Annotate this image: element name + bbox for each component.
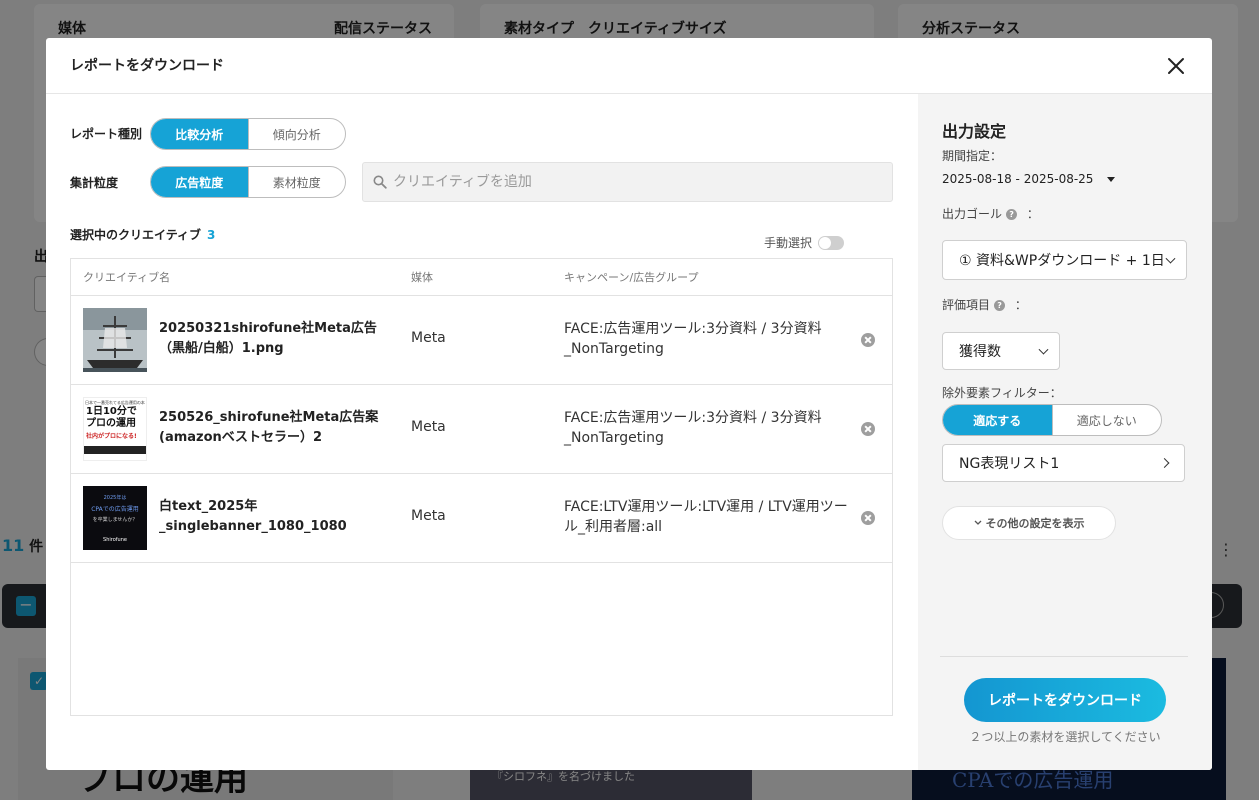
help-icon[interactable]: ?	[994, 300, 1006, 311]
creative-name: 250526_shirofune社Meta広告案(amazonベストセラー）2	[159, 410, 379, 445]
metric-colon: ：	[1014, 298, 1027, 312]
col-campaign: キャンペーン/広告グループ	[564, 271, 699, 284]
report-download-modal: レポートをダウンロード レポート種別 比較分析 傾向分析 集計粒度 広告粒度 素…	[46, 38, 1212, 770]
exclude-filter-toggle: 適応する 適応しない	[942, 404, 1162, 436]
report-type-trend[interactable]: 傾向分析	[247, 119, 346, 149]
creative-search	[362, 162, 893, 202]
caret-down-icon	[1107, 176, 1116, 182]
creative-name: 20250321shirofune社Meta広告（黒船/白船）1.png	[159, 321, 377, 356]
thumb2-footer	[84, 446, 146, 454]
selected-creatives-table: クリエイティブ名 媒体 キャンペーン/広告グループ 20250321shirof…	[70, 258, 893, 716]
creative-thumbnail: 日本で一番売れてる広告運用の本 1日10分で プロの運用 社内がプロになる!	[83, 397, 147, 461]
show-more-settings-button[interactable]: その他の設定を表示	[942, 506, 1116, 540]
exclude-apply[interactable]: 適応する	[943, 405, 1052, 435]
creative-media: Meta	[411, 419, 446, 435]
remove-creative-button[interactable]	[861, 422, 875, 436]
report-type-label: レポート種別	[70, 127, 143, 141]
output-settings-title: 出力設定	[942, 122, 1007, 141]
creative-campaign: FACE:広告運用ツール:3分資料 / 3分資料_NonTargeting	[564, 321, 822, 357]
granularity-material[interactable]: 素材粒度	[247, 167, 346, 197]
table-row: 日本で一番売れてる広告運用の本 1日10分で プロの運用 社内がプロになる! 2…	[71, 385, 892, 474]
report-type-toggle: 比較分析 傾向分析	[150, 118, 346, 150]
goal-label-wrap: 出力ゴール? ：	[942, 205, 1039, 222]
close-button[interactable]	[1164, 54, 1188, 78]
ship-image-icon	[83, 308, 147, 372]
creative-media: Meta	[411, 508, 446, 524]
creative-media: Meta	[411, 330, 446, 346]
remove-creative-button[interactable]	[861, 333, 875, 347]
goal-label: 出力ゴール	[942, 207, 1003, 221]
table-header: クリエイティブ名 媒体 キャンペーン/広告グループ	[71, 259, 892, 296]
report-type-compare[interactable]: 比較分析	[151, 119, 248, 149]
modal-header: レポートをダウンロード	[46, 38, 1212, 94]
download-report-button[interactable]: レポートをダウンロード	[964, 678, 1166, 722]
period-picker[interactable]: 2025-08-18 - 2025-08-25	[942, 172, 1116, 186]
thumb2-big1: 1日10分で	[86, 406, 137, 417]
metric-label: 評価項目	[942, 298, 991, 312]
selected-creatives-title: 選択中のクリエイティブ 3	[70, 226, 215, 243]
thumb3-logo: Shirofune	[103, 537, 127, 543]
granularity-label: 集計粒度	[70, 176, 119, 190]
creative-thumbnail: 2025年は CPAでの広告運用 を卒業しませんか？ Shirofune	[83, 486, 147, 550]
creative-selection-panel: レポート種別 比較分析 傾向分析 集計粒度 広告粒度 素材粒度 選択中のクリエイ…	[46, 94, 918, 770]
goal-select[interactable]: ① 資料&WPダウンロード + 1日	[942, 240, 1187, 280]
metric-value: 獲得数	[959, 344, 1001, 360]
creative-name: 白text_2025年_singlebanner_1080_1080	[159, 499, 347, 534]
table-row: 2025年は CPAでの広告運用 を卒業しませんか？ Shirofune 白te…	[71, 474, 892, 563]
metric-select[interactable]: 獲得数	[942, 332, 1060, 370]
granularity-ad[interactable]: 広告粒度	[151, 167, 248, 197]
creative-campaign: FACE:LTV運用ツール:LTV運用 / LTV運用ツール_利用者層:all	[564, 499, 848, 535]
show-more-settings-label: その他の設定を表示	[985, 517, 1085, 530]
selected-creatives-count: 3	[207, 228, 216, 242]
search-icon	[373, 175, 387, 189]
col-creative-name: クリエイティブ名	[83, 271, 171, 284]
thumb3-line2: CPAでの広告運用	[91, 506, 139, 513]
creative-search-input[interactable]	[393, 174, 873, 190]
help-icon[interactable]: ?	[1006, 209, 1018, 220]
ng-list-select[interactable]: NG表現リスト1	[942, 444, 1185, 482]
output-settings-panel: 出力設定 期間指定： 2025-08-18 - 2025-08-25 出力ゴール…	[918, 94, 1212, 770]
chevron-down-icon	[1165, 253, 1176, 264]
download-note: ２つ以上の素材を選択してください	[969, 730, 1161, 744]
granularity-toggle: 広告粒度 素材粒度	[150, 166, 346, 198]
period-label: 期間指定：	[942, 149, 1003, 163]
creative-thumbnail	[83, 308, 147, 372]
goal-colon: ：	[1026, 207, 1039, 221]
manual-select-toggle[interactable]	[818, 235, 845, 250]
chevron-down-icon	[974, 520, 981, 525]
thumb3-line1: 2025年は	[103, 495, 127, 501]
goal-value: ① 資料&WPダウンロード + 1日	[959, 253, 1165, 269]
table-row: 20250321shirofune社Meta広告（黒船/白船）1.png Met…	[71, 296, 892, 385]
chevron-right-icon	[1159, 458, 1170, 468]
chevron-down-icon	[1038, 344, 1049, 355]
manual-select-label: 手動選択	[764, 236, 813, 250]
exclude-not-apply[interactable]: 適応しない	[1051, 405, 1162, 435]
metric-label-wrap: 評価項目? ：	[942, 296, 1027, 313]
divider	[940, 656, 1188, 657]
modal-title: レポートをダウンロード	[70, 58, 224, 74]
manual-select: 手動選択	[764, 234, 845, 251]
selected-creatives-label: 選択中のクリエイティブ	[70, 228, 202, 242]
creative-campaign: FACE:広告運用ツール:3分資料 / 3分資料_NonTargeting	[564, 410, 822, 446]
ng-list-value: NG表現リスト1	[959, 456, 1060, 472]
remove-creative-button[interactable]	[861, 511, 875, 525]
thumb3-line3: を卒業しませんか？	[92, 517, 138, 523]
close-icon	[1168, 58, 1184, 74]
period-value: 2025-08-18 - 2025-08-25	[942, 172, 1094, 186]
exclude-filter-label: 除外要素フィルター：	[942, 386, 1062, 400]
thumb2-big2: プロの運用	[86, 418, 136, 429]
col-media: 媒体	[411, 271, 433, 284]
thumb2-big3: 社内がプロになる!	[86, 433, 137, 440]
